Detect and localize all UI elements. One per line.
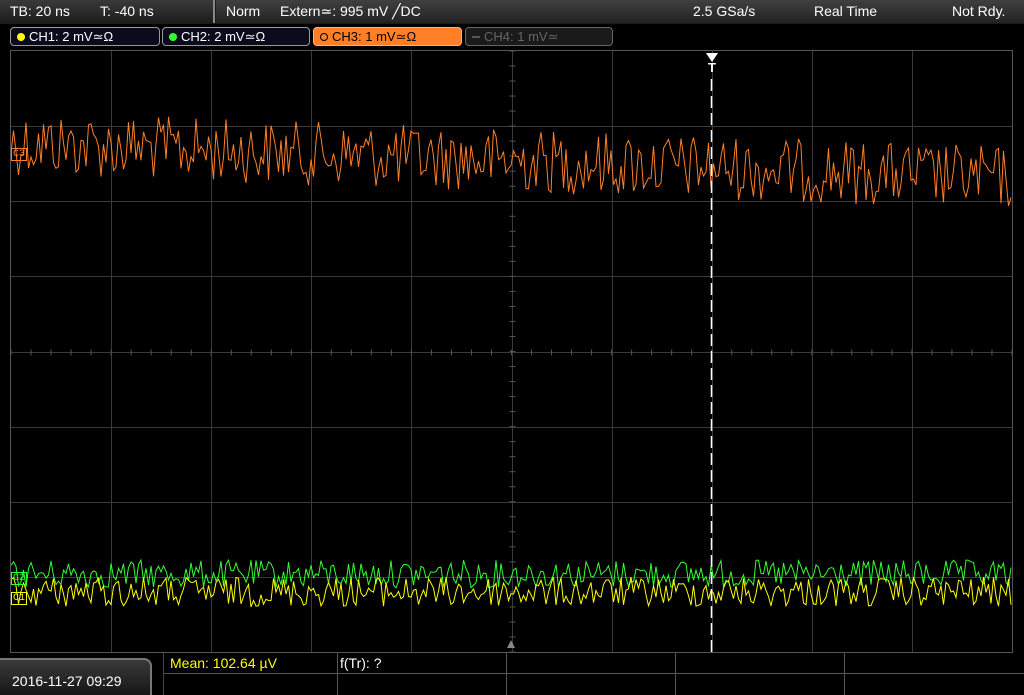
- datetime-readout: 2016-11-27 09:29: [12, 673, 122, 689]
- ch3-label: CH3: 1 mV≃Ω: [332, 29, 417, 44]
- mean-measurement[interactable]: Mean: 102.64 µV: [170, 655, 277, 671]
- sample-rate[interactable]: 2.5 GSa/s: [693, 3, 755, 19]
- tab-ch1[interactable]: CH1: 2 mV≃Ω: [10, 27, 160, 46]
- tab-ch4[interactable]: CH4: 1 mV≃: [465, 27, 613, 46]
- acquisition-mode[interactable]: Real Time: [814, 3, 877, 19]
- ch1-label: CH1: 2 mV≃Ω: [29, 29, 114, 44]
- ch4-indicator-icon: [472, 36, 480, 38]
- trigger-label: T: [708, 60, 716, 75]
- frequency-measurement[interactable]: f(Tr): ?: [340, 655, 381, 671]
- ch2-label: CH2: 2 mV≃Ω: [181, 29, 266, 44]
- acquisition-panel[interactable]: Norm Extern≃: 995 mV ╱DC 2.5 GSa/s Real …: [216, 0, 1024, 23]
- ch2-indicator-icon: [169, 33, 177, 41]
- channel-bar: CH1: 2 mV≃Ω CH2: 2 mV≃Ω CH3: 1 mV≃Ω CH4:…: [0, 24, 1024, 48]
- acquisition-state: Not Rdy.: [952, 3, 1006, 19]
- trigger-mode[interactable]: Norm: [226, 3, 260, 19]
- measurement-panel[interactable]: Mean: 102.64 µV f(Tr): ?: [163, 653, 1024, 695]
- ch3-waveform: [11, 116, 1012, 207]
- trigger-position-marker[interactable]: T: [705, 53, 719, 74]
- ch1-offset-marker[interactable]: C1: [11, 592, 28, 605]
- trigger-time-readout[interactable]: T: -40 ns: [100, 3, 154, 19]
- waveform-display[interactable]: T C3 C2 C1: [10, 50, 1013, 653]
- ch1-indicator-icon: [17, 33, 25, 41]
- trigger-source[interactable]: Extern≃: 995 mV ╱DC: [280, 3, 421, 20]
- waveform-traces: [11, 79, 1012, 652]
- ch3-offset-marker[interactable]: C3: [11, 148, 28, 161]
- datetime-panel: 2016-11-27 09:29: [0, 658, 152, 695]
- tab-ch3[interactable]: CH3: 1 mV≃Ω: [313, 27, 462, 46]
- timebase-readout[interactable]: TB: 20 ns: [10, 3, 70, 19]
- status-bar: TB: 20 ns T: -40 ns Norm Extern≃: 995 mV…: [0, 0, 1024, 24]
- ch4-label: CH4: 1 mV≃: [484, 29, 559, 44]
- ground-marker-icon: [507, 640, 515, 648]
- ch2-offset-marker[interactable]: C2: [11, 572, 28, 585]
- ch3-indicator-icon: [320, 33, 328, 41]
- ch2-waveform: [11, 558, 1012, 589]
- timebase-panel[interactable]: TB: 20 ns T: -40 ns: [0, 0, 215, 23]
- tab-ch2[interactable]: CH2: 2 mV≃Ω: [162, 27, 310, 46]
